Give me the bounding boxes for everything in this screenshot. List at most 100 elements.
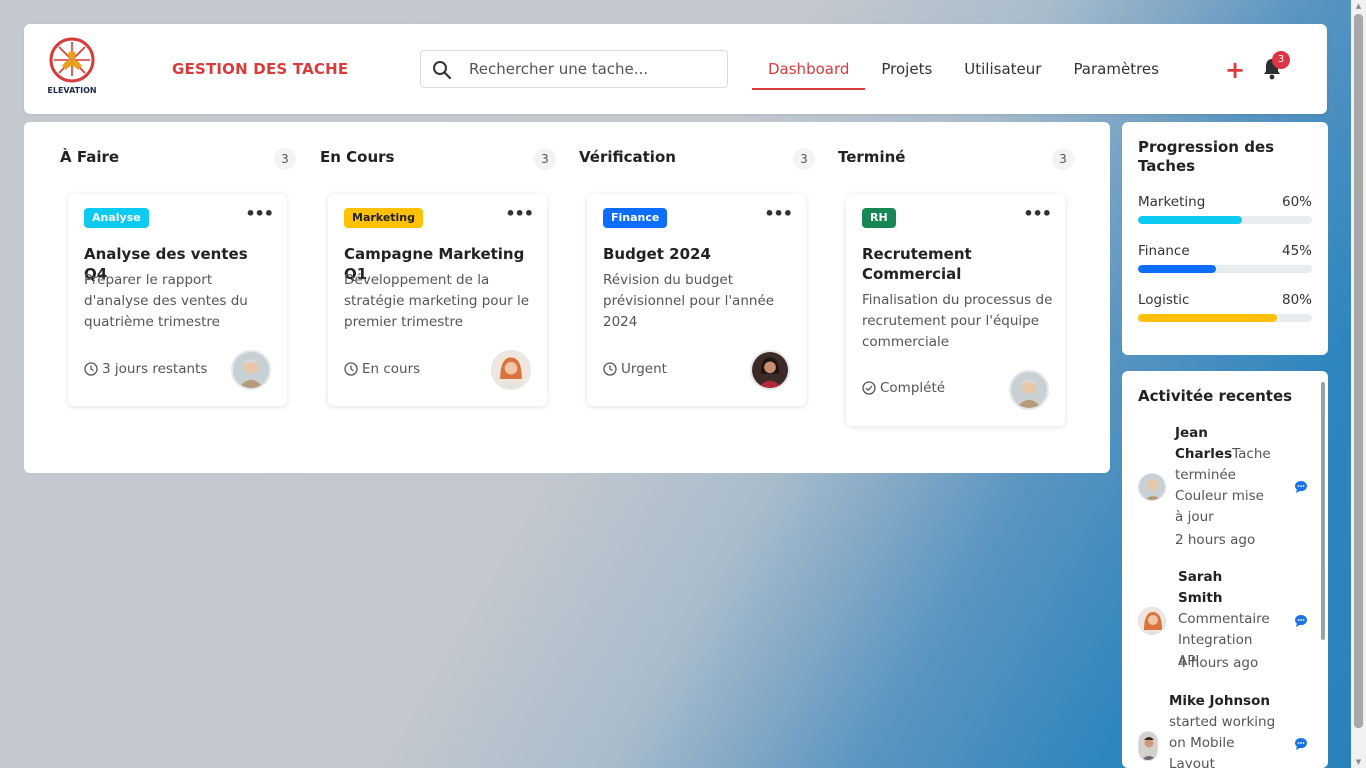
progress-value: 80% <box>1281 292 1312 308</box>
task-status-text: En cours <box>362 361 421 377</box>
activity-action: started working <box>1169 714 1276 730</box>
chat-bubble-icon[interactable] <box>1294 737 1308 751</box>
column-header: Terminé 3 <box>838 148 1078 172</box>
task-description: Finalisation du processus de recrutement… <box>862 292 1053 350</box>
avatar <box>231 350 271 390</box>
task-status-text: 3 jours restants <box>102 361 208 377</box>
task-description: Développement de la stratégie marketing … <box>344 272 530 330</box>
progress-bar-fill <box>1138 265 1217 273</box>
activity-user: Mike Johnson <box>1169 693 1270 709</box>
progress-track <box>1138 265 1312 273</box>
clock-icon <box>603 362 617 376</box>
column-title: À Faire <box>60 148 120 166</box>
progress-label: Marketing <box>1138 194 1206 210</box>
progress-title: Progression des Taches <box>1138 138 1275 175</box>
task-tag: Finance <box>603 208 668 228</box>
column-title: Terminé <box>838 148 906 166</box>
task-status: 3 jours restants <box>84 361 207 377</box>
top-navbar: ELEVATION GESTION DES TACHE Dashboard Pr… <box>24 24 1327 114</box>
more-options-icon[interactable]: ••• <box>505 206 534 222</box>
tab-parametres[interactable]: Paramètres <box>1057 50 1175 90</box>
activity-user: Sarah Smith <box>1178 569 1223 606</box>
tab-dashboard[interactable]: Dashboard <box>752 50 866 90</box>
search-icon <box>433 61 452 80</box>
task-status: Complété <box>862 380 945 396</box>
task-tag: Marketing <box>344 208 424 228</box>
column-header: En Cours 3 <box>320 148 560 172</box>
clock-icon <box>84 362 98 376</box>
activity-item: Sarah Smith Commentaire Integration API … <box>1138 567 1308 677</box>
task-status-text: Complété <box>880 380 946 396</box>
avatar <box>1138 731 1158 761</box>
task-card[interactable]: Finance ••• Budget 2024 Révision du budg… <box>587 194 806 406</box>
progress-bar-fill <box>1138 314 1278 322</box>
progress-value: 45% <box>1281 243 1312 259</box>
activity-time: 2 hours ago <box>1175 532 1256 548</box>
notification-badge: 3 <box>1272 51 1290 69</box>
logo-icon: ELEVATION <box>47 37 97 95</box>
activity-title: Activitée recentes <box>1138 387 1293 405</box>
task-title: Budget 2024 <box>603 245 711 263</box>
task-title: Recrutement Commercial <box>862 245 972 283</box>
progress-bar-fill <box>1138 216 1243 224</box>
scroll-down-icon[interactable]: ▼ <box>1354 758 1363 766</box>
task-status: En cours <box>344 361 420 377</box>
avatar <box>750 350 790 390</box>
search-box[interactable] <box>420 50 728 88</box>
progress-value: 60% <box>1281 194 1312 210</box>
column-title: Vérification <box>579 148 676 166</box>
chat-bubble-icon[interactable] <box>1294 614 1308 628</box>
task-tag: Analyse <box>84 208 149 228</box>
column-count-badge: 3 <box>793 148 815 170</box>
task-card[interactable]: Marketing ••• Campagne Marketing Q1 Déve… <box>328 194 547 406</box>
activity-detail: Couleur mise à jour <box>1175 488 1264 525</box>
avatar <box>491 350 531 390</box>
task-status: Urgent <box>603 361 667 377</box>
activity-user: Jean Charles <box>1175 425 1233 462</box>
more-options-icon[interactable]: ••• <box>764 206 793 222</box>
progress-track <box>1138 216 1312 224</box>
more-options-icon[interactable]: ••• <box>245 206 274 222</box>
task-card[interactable]: Analyse ••• Analyse des ventes Q4 Prépar… <box>68 194 287 406</box>
activity-action: Commentaire <box>1178 611 1270 627</box>
activity-item: Mike Johnson started working on Mobile L… <box>1138 691 1308 768</box>
avatar <box>1138 607 1166 635</box>
window-scroll-thumb[interactable] <box>1354 14 1363 728</box>
progress-track <box>1138 314 1312 322</box>
task-tag: RH <box>862 208 896 228</box>
task-status-text: Urgent <box>621 361 667 377</box>
tab-utilisateur[interactable]: Utilisateur <box>948 50 1057 90</box>
activity-panel: Activitée recentes Jean CharlesTache ter… <box>1122 371 1328 768</box>
kanban-board: À Faire 3 Analyse ••• Analyse des ventes… <box>24 122 1110 473</box>
activity-detail: on Mobile Layout <box>1169 735 1235 768</box>
task-description: Révision du budget prévisionnel pour l'a… <box>603 272 775 330</box>
main-nav: Dashboard Projets Utilisateur Paramètres <box>752 50 1175 90</box>
search-input[interactable] <box>469 51 719 87</box>
activity-item: Jean CharlesTache terminée Couleur mise … <box>1138 423 1308 553</box>
app-title: GESTION DES TACHE <box>172 60 349 78</box>
column-count-badge: 3 <box>534 148 556 170</box>
activity-time: 4 hours ago <box>1178 655 1259 671</box>
task-card[interactable]: RH ••• Recrutement Commercial Finalisati… <box>846 194 1065 426</box>
tab-projets[interactable]: Projets <box>865 50 948 90</box>
more-options-icon[interactable]: ••• <box>1023 206 1052 222</box>
elevation-logo[interactable]: ELEVATION <box>44 36 100 96</box>
logo-text: ELEVATION <box>47 86 96 95</box>
progress-label: Finance <box>1138 243 1190 259</box>
column-title: En Cours <box>320 148 395 166</box>
activity-scrollbar[interactable] <box>1321 382 1325 640</box>
avatar <box>1009 370 1049 410</box>
avatar <box>1138 473 1166 501</box>
progress-panel: Progression des Taches Marketing 60% Fin… <box>1122 122 1328 355</box>
task-description: Préparer le rapport d'analyse des ventes… <box>84 272 248 330</box>
column-count-badge: 3 <box>274 148 296 170</box>
activity-text: Jean CharlesTache terminée Couleur mise … <box>1175 423 1275 528</box>
add-button[interactable]: + <box>1225 58 1245 82</box>
column-header: À Faire 3 <box>60 148 300 172</box>
scroll-up-icon[interactable]: ▲ <box>1354 2 1363 10</box>
clock-icon <box>344 362 358 376</box>
column-count-badge: 3 <box>1052 148 1074 170</box>
activity-text: Mike Johnson started working on Mobile L… <box>1169 691 1279 768</box>
chat-bubble-icon[interactable] <box>1294 480 1308 494</box>
check-circle-icon <box>862 381 876 395</box>
